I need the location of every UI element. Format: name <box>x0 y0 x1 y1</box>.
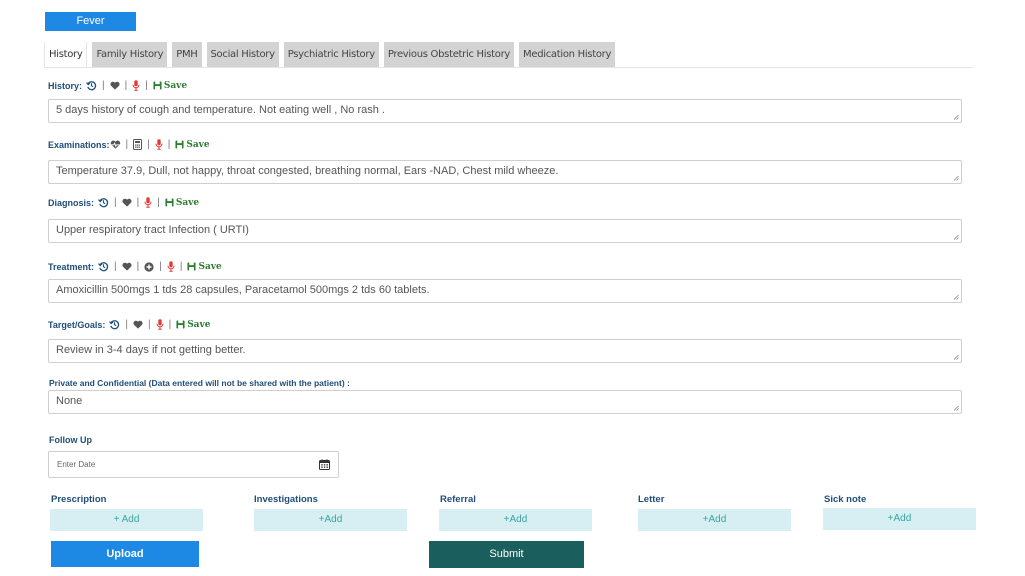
history-tabs: History Family History PMH Social Histor… <box>44 42 620 67</box>
treatment-textarea[interactable]: Amoxicillin 500mgs 1 tds 28 capsules, Pa… <box>48 279 962 303</box>
history-icon[interactable] <box>86 80 97 91</box>
tab-psychiatric-history[interactable]: Psychiatric History <box>283 42 379 67</box>
heartbeat-icon[interactable] <box>110 140 121 149</box>
sick-note-label: Sick note <box>824 494 867 505</box>
history-icon[interactable] <box>98 261 109 272</box>
separator: | <box>124 80 128 91</box>
goals-label-row: Target/Goals: | | | Save <box>48 319 210 330</box>
examinations-label: Examinations: <box>48 139 110 150</box>
add-prescription-button[interactable]: + Add <box>50 509 203 531</box>
add-letter-button[interactable]: +Add <box>638 509 791 531</box>
separator: | <box>114 197 117 208</box>
investigations-label: Investigations <box>254 494 318 505</box>
separator: | <box>114 261 117 272</box>
calendar-icon[interactable] <box>319 459 330 470</box>
goals-label: Target/Goals: <box>48 319 106 330</box>
separator: | <box>167 139 171 150</box>
microphone-icon[interactable] <box>144 197 152 208</box>
examinations-save-button[interactable]: Save <box>175 140 210 150</box>
date-placeholder: Enter Date <box>57 460 96 469</box>
floppy-disk-icon <box>187 262 197 271</box>
tab-medication-history[interactable]: Medication History <box>519 42 616 67</box>
goals-save-button[interactable]: Save <box>176 320 210 330</box>
separator: | <box>179 261 183 272</box>
prescription-label: Prescription <box>51 494 107 505</box>
floppy-disk-icon <box>175 140 184 149</box>
goals-textarea[interactable]: Review in 3-4 days if not getting better… <box>48 339 962 363</box>
diagnosis-label-row: Diagnosis: | | | Save <box>48 197 199 208</box>
history-label-row: History: | | | Save <box>48 80 187 91</box>
add-sick-note-button[interactable]: +Add <box>823 508 976 530</box>
treatment-save-button[interactable]: Save <box>187 262 222 272</box>
heart-icon[interactable] <box>122 198 132 207</box>
add-investigations-button[interactable]: +Add <box>254 509 407 531</box>
resize-handle-icon[interactable] <box>953 175 959 181</box>
private-confidential-label: Private and Confidential (Data entered w… <box>49 378 350 388</box>
separator: | <box>168 319 172 330</box>
floppy-disk-icon <box>165 198 174 207</box>
microphone-icon[interactable] <box>156 319 164 330</box>
examinations-textarea[interactable]: Temperature 37.9, Dull, not happy, throa… <box>48 160 962 184</box>
treatment-label-row: Treatment: | | | | Save <box>48 261 222 272</box>
microphone-icon[interactable] <box>132 80 140 91</box>
separator: | <box>136 261 140 272</box>
resize-handle-icon[interactable] <box>953 234 959 240</box>
add-referral-button[interactable]: +Add <box>439 509 592 531</box>
examinations-label-row: Examinations: | | | Save <box>48 139 210 150</box>
microphone-icon[interactable] <box>155 139 163 150</box>
floppy-disk-icon <box>153 81 162 90</box>
tab-social-history[interactable]: Social History <box>206 42 279 67</box>
resize-handle-icon[interactable] <box>953 405 959 411</box>
separator: | <box>136 197 140 208</box>
separator: | <box>157 197 160 208</box>
letter-label: Letter <box>638 494 665 505</box>
tabs-divider <box>44 67 973 68</box>
separator: | <box>147 319 151 330</box>
referral-label: Referral <box>440 494 476 505</box>
diagnosis-save-button[interactable]: Save <box>165 198 199 208</box>
separator: | <box>159 261 162 272</box>
separator: | <box>125 139 129 150</box>
resize-handle-icon[interactable] <box>953 294 959 300</box>
diagnosis-label: Diagnosis: <box>48 197 95 208</box>
separator: | <box>102 80 105 91</box>
plus-circle-icon[interactable] <box>144 261 154 272</box>
separator: | <box>145 80 148 91</box>
history-label: History: <box>48 80 83 91</box>
history-icon[interactable] <box>98 197 109 208</box>
upload-button[interactable]: Upload <box>51 541 199 567</box>
separator: | <box>125 319 128 330</box>
history-textarea[interactable]: 5 days history of cough and temperature.… <box>48 99 962 123</box>
history-save-button[interactable]: Save <box>153 81 187 91</box>
floppy-disk-icon <box>176 320 185 329</box>
private-confidential-textarea[interactable]: None <box>48 390 962 414</box>
follow-up-label: Follow Up <box>49 435 92 445</box>
condition-tab-fever[interactable]: Fever <box>45 12 136 31</box>
heart-icon[interactable] <box>122 262 132 271</box>
calculator-icon[interactable] <box>133 139 143 150</box>
heart-icon[interactable] <box>110 81 120 90</box>
treatment-label: Treatment: <box>48 261 95 272</box>
resize-handle-icon[interactable] <box>953 354 959 360</box>
tab-history[interactable]: History <box>44 42 88 67</box>
submit-button[interactable]: Submit <box>429 541 584 568</box>
tab-family-history[interactable]: Family History <box>92 42 168 67</box>
heart-icon[interactable] <box>133 320 143 329</box>
tab-previous-obstetric-history[interactable]: Previous Obstetric History <box>383 42 515 67</box>
history-icon[interactable] <box>109 319 120 330</box>
diagnosis-textarea[interactable]: Upper respiratory tract Infection ( URTI… <box>48 219 962 243</box>
tab-pmh[interactable]: PMH <box>172 42 202 67</box>
microphone-icon[interactable] <box>167 261 175 272</box>
follow-up-date-input[interactable]: Enter Date <box>48 451 339 478</box>
separator: | <box>147 139 150 150</box>
resize-handle-icon[interactable] <box>953 114 959 120</box>
